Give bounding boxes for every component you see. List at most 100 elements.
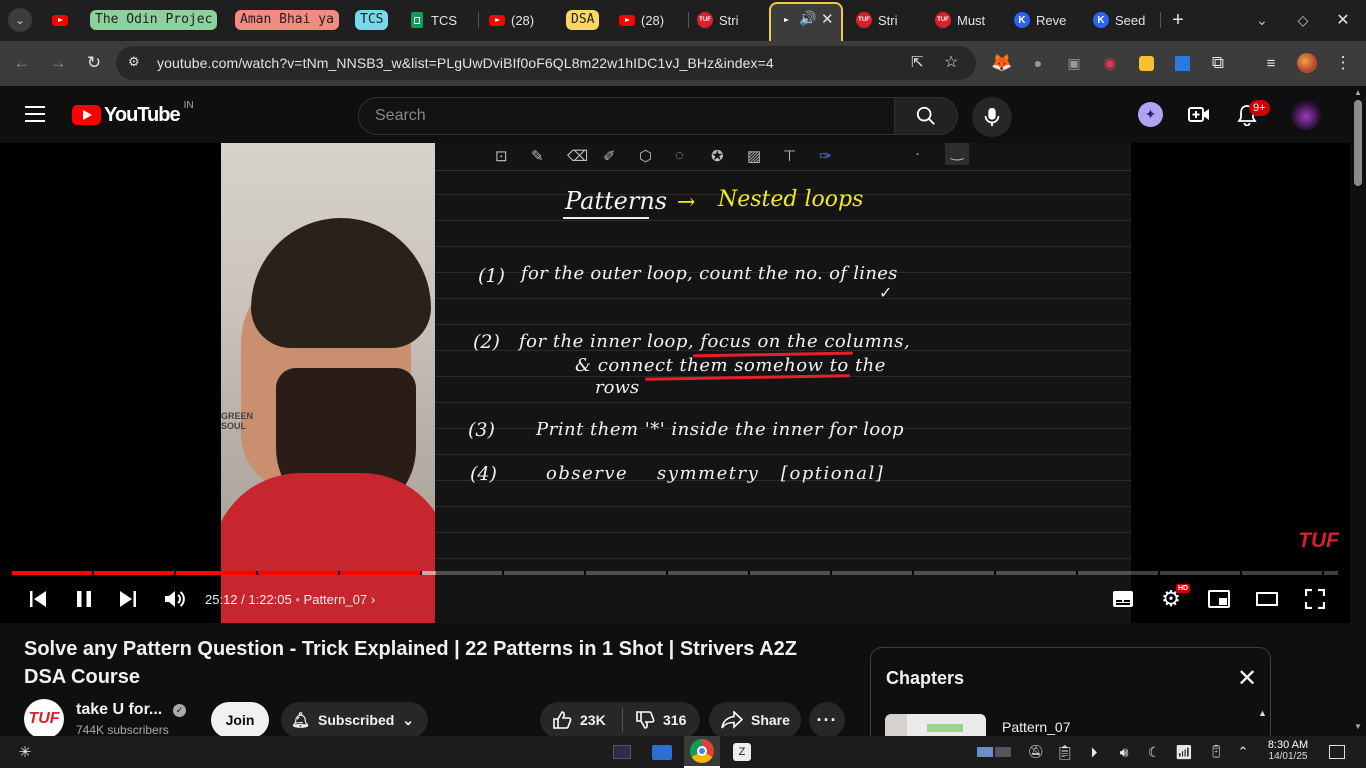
launcher-icon[interactable]: ✳ [14, 740, 36, 764]
window-close-icon[interactable]: ✕ [1331, 8, 1355, 32]
tab-youtube-2[interactable]: (28) [489, 6, 549, 34]
extensions-puzzle-icon[interactable]: ⧉ [1206, 51, 1230, 75]
fullscreen-icon[interactable] [1301, 585, 1329, 613]
window-restore-icon[interactable]: ◇ [1291, 8, 1315, 32]
audio-playing-icon[interactable]: 🔊 [799, 10, 816, 27]
night-light-icon[interactable]: ☾ [1144, 740, 1164, 764]
eraser-tool-icon: ⌫ [567, 148, 589, 165]
extension-grey-icon[interactable]: ● [1026, 51, 1050, 75]
search-button[interactable] [894, 97, 958, 135]
tab-group-dsa[interactable]: DSA [566, 6, 600, 34]
clock-date: 14/01/25 [1268, 751, 1308, 762]
tab-youtube-3[interactable]: (28) [619, 6, 679, 34]
tab-seed[interactable]: K Seed [1093, 6, 1153, 34]
battery-icon[interactable]: 🔋︎ [1204, 740, 1228, 764]
tab-group-odin[interactable]: The Odin Projec [90, 6, 218, 34]
taskbar-chrome-icon[interactable] [684, 736, 720, 768]
system-clock[interactable]: 8:30 AM 14/01/25 [1262, 740, 1314, 763]
more-actions-button[interactable]: ··· [809, 702, 845, 738]
thumbs-up-icon [553, 711, 572, 729]
new-tab-icon[interactable]: + [1166, 8, 1190, 32]
guide-menu-icon[interactable] [25, 106, 45, 122]
taskbar-app-dots-icon[interactable] [610, 740, 634, 764]
show-desktop-icon[interactable] [1326, 740, 1348, 764]
metamask-extension-icon[interactable]: 🦊 [990, 51, 1014, 75]
miniplayer-icon[interactable] [1205, 585, 1233, 613]
youtube-logo[interactable]: YouTube IN [72, 100, 194, 126]
current-chapter-label[interactable]: Pattern_07 [304, 592, 368, 607]
dislike-button[interactable]: 316 [623, 702, 686, 738]
previous-video-icon[interactable] [24, 585, 52, 613]
tab-label: (28) [641, 12, 665, 28]
theater-mode-icon[interactable] [1253, 585, 1281, 613]
tray-expand-icon[interactable]: ⌃ [1234, 740, 1252, 764]
tab-active-youtube[interactable]: 🔊 ✕ [769, 2, 843, 41]
url-text[interactable]: youtube.com/watch?v=tNm_NNSB3_w&list=PLg… [157, 55, 774, 71]
back-icon[interactable]: ← [10, 51, 34, 75]
k-icon: K [1014, 12, 1030, 28]
address-bar[interactable]: ⚙ youtube.com/watch?v=tNm_NNSB3_w&list=P… [116, 46, 976, 80]
media-control-icon[interactable]: ≡ [1259, 51, 1283, 75]
tab-reve[interactable]: K Reve [1014, 6, 1076, 34]
close-chapters-icon[interactable]: ✕ [1237, 664, 1257, 693]
tab-list-chevron-icon[interactable]: ⌄ [1250, 8, 1274, 32]
extension-yellow-icon[interactable] [1134, 51, 1158, 75]
wifi-icon[interactable]: 📶︎ [1173, 740, 1195, 764]
account-avatar[interactable] [1291, 100, 1321, 130]
taskbar-editor-icon[interactable]: Z [730, 740, 754, 764]
tab-tcs-sheet[interactable]: TCS [409, 6, 475, 34]
page-scrollbar[interactable]: ▲ ▼ [1350, 86, 1366, 736]
clipboard-icon[interactable]: 📋︎ [1055, 740, 1075, 764]
subscribed-label: Subscribed [318, 712, 395, 728]
video-player[interactable]: GREEN SOUL ⊡ ✎ ⌫ ✐ ⬡ ◌ ✪ ▨ ⊤ ✑ · ‿ Patte… [0, 143, 1350, 623]
tab-group-tcs[interactable]: TCS [355, 6, 389, 34]
extension-robot-icon[interactable]: ▣ [1062, 51, 1086, 75]
video-progress-bar[interactable] [12, 571, 1338, 575]
like-button[interactable]: 23K [540, 702, 622, 738]
search-input[interactable]: Search [358, 97, 895, 135]
tab-youtube-1[interactable] [52, 6, 74, 34]
youtube-icon [52, 12, 68, 28]
share-button[interactable]: Share [709, 702, 801, 738]
tab-striver-2[interactable]: TUF Stri [856, 6, 916, 34]
voice-search-button[interactable] [972, 97, 1012, 137]
scroll-up-arrow-icon[interactable]: ▲ [1354, 88, 1362, 97]
scroll-down-arrow-icon[interactable]: ▼ [1354, 722, 1362, 731]
forward-icon[interactable]: → [46, 51, 70, 75]
speaker-icon[interactable]: 🔊︎ [1114, 740, 1134, 764]
point-number-2: (2) [473, 331, 500, 353]
point-text-1: for the outer loop, count the no. of lin… [521, 263, 898, 284]
next-video-icon[interactable] [114, 585, 142, 613]
tab-must[interactable]: TUF Must [935, 6, 997, 34]
create-video-icon[interactable] [1188, 106, 1210, 129]
bookmark-star-icon[interactable]: ☆ [944, 52, 958, 72]
close-tab-icon[interactable]: ✕ [821, 10, 834, 28]
extension-record-icon[interactable]: ◉ [1098, 51, 1122, 75]
tab-striver-1[interactable]: TUF Stri [697, 6, 757, 34]
scrollbar-thumb[interactable] [1354, 100, 1362, 186]
extension-blue-icon[interactable] [1170, 51, 1194, 75]
notifications-muted-icon[interactable]: 🔕︎ [1026, 740, 1046, 764]
profile-avatar[interactable] [1295, 51, 1319, 75]
subtitles-icon[interactable] [1109, 585, 1137, 613]
media-play-icon[interactable]: ⏵ [1084, 740, 1104, 764]
channel-avatar[interactable]: TUF [24, 699, 64, 739]
join-button[interactable]: Join [211, 702, 269, 738]
taskbar-files-icon[interactable] [650, 740, 674, 764]
chapters-scroll-up-icon[interactable]: ▲ [1258, 708, 1267, 718]
open-in-app-icon[interactable]: ⇱ [911, 53, 924, 71]
tab-search-icon[interactable]: ⌄ [8, 8, 32, 32]
browser-menu-icon[interactable]: ⋮ [1331, 51, 1355, 75]
subscribed-button[interactable]: 🔔︎ Subscribed ⌄ [281, 702, 428, 738]
chevron-right-icon[interactable]: › [371, 591, 376, 607]
verified-check-icon: ✓ [173, 704, 186, 717]
reload-icon[interactable]: ↻ [82, 51, 106, 75]
workspace-switcher-icon[interactable] [976, 740, 1012, 764]
tab-label: Stri [878, 12, 898, 28]
tab-group-aman[interactable]: Aman Bhai ya [235, 6, 339, 34]
channel-name[interactable]: take U for... [76, 701, 162, 719]
volume-icon[interactable] [161, 585, 189, 613]
pause-icon[interactable] [70, 585, 98, 613]
site-info-icon[interactable]: ⚙ [128, 54, 140, 70]
ai-sparkle-button[interactable]: ✦ [1138, 102, 1163, 127]
